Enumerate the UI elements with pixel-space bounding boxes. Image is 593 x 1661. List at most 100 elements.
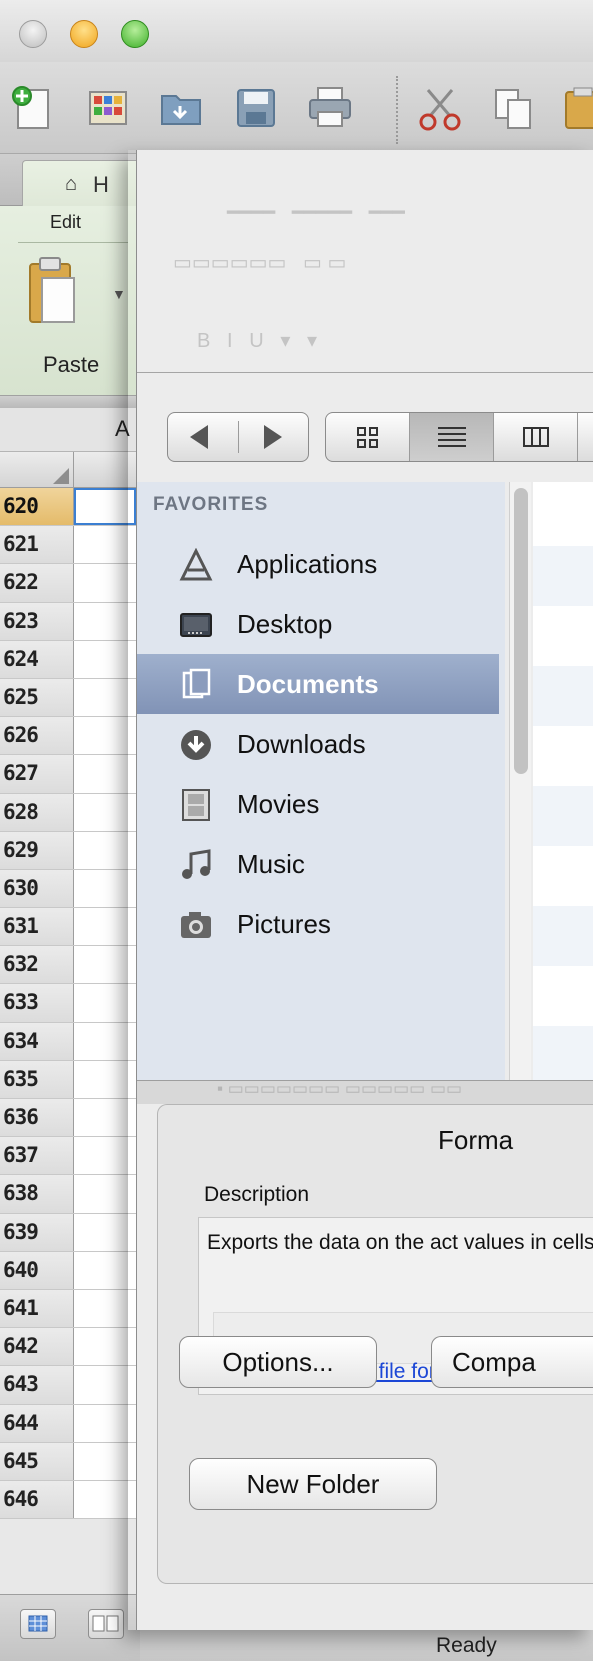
row-header[interactable]: 643 <box>0 1366 74 1404</box>
row-header[interactable]: 635 <box>0 1060 74 1098</box>
sheet-cell[interactable] <box>74 1099 136 1137</box>
sheet-cell[interactable] <box>74 831 136 869</box>
row-header[interactable]: 628 <box>0 793 74 831</box>
row-header[interactable]: 630 <box>0 869 74 908</box>
row-header[interactable]: 633 <box>0 984 74 1022</box>
minimize-window-button[interactable] <box>70 20 98 48</box>
downloads-icon <box>181 730 211 760</box>
sheet-cell[interactable] <box>74 793 136 831</box>
paste-dropdown-icon[interactable]: ▼ <box>112 286 126 302</box>
tab-home[interactable]: ⌂ H <box>22 160 142 206</box>
sheet-cell[interactable] <box>74 526 136 564</box>
sheet-row: 624 <box>0 640 136 679</box>
zoom-window-button[interactable] <box>121 20 149 48</box>
paste-toolbar-icon[interactable] <box>562 84 593 132</box>
sheet-cell[interactable] <box>74 564 136 602</box>
row-header[interactable]: 641 <box>0 1289 74 1328</box>
row-header[interactable]: 631 <box>0 908 74 946</box>
sidebar-item-pictures[interactable]: Pictures <box>137 894 499 954</box>
sheet-cell[interactable] <box>74 678 136 717</box>
sidebar-scrollbar[interactable] <box>509 482 531 1080</box>
row-header[interactable]: 634 <box>0 1022 74 1060</box>
sheet-cell[interactable] <box>74 1480 136 1519</box>
normal-view-button[interactable] <box>20 1609 56 1639</box>
row-header[interactable]: 632 <box>0 946 74 984</box>
paste-icon[interactable] <box>28 256 78 326</box>
new-workbook-icon[interactable] <box>10 84 58 132</box>
sheet-cell[interactable] <box>74 717 136 755</box>
options-button[interactable]: Options... <box>179 1336 377 1388</box>
description-text: Exports the data on the act values in ce… <box>207 1231 593 1254</box>
row-header[interactable]: 639 <box>0 1213 74 1251</box>
row-header[interactable]: 636 <box>0 1099 74 1137</box>
print-icon[interactable] <box>306 84 354 132</box>
cut-icon[interactable] <box>416 84 464 132</box>
row-header[interactable]: 645 <box>0 1442 74 1480</box>
pictures-icon <box>181 912 211 938</box>
icon-view-button[interactable] <box>326 413 410 461</box>
sheet-cell[interactable] <box>74 1328 136 1366</box>
row-header[interactable]: 646 <box>0 1480 74 1519</box>
forward-arrow-icon[interactable] <box>264 425 282 449</box>
row-header[interactable]: 642 <box>0 1328 74 1366</box>
sheet-cell[interactable] <box>74 640 136 678</box>
sheet-cell[interactable] <box>74 1289 136 1328</box>
row-header[interactable]: 644 <box>0 1404 74 1442</box>
row-headers: 620 621 622 623 624 625 626 627 628 629 630 631 632 6… <box>0 488 136 1520</box>
sidebar-item-desktop[interactable]: Desktop <box>137 594 499 654</box>
sheet-cell[interactable] <box>74 946 136 984</box>
row-header[interactable]: 620 <box>0 488 74 526</box>
sheet-cell[interactable] <box>74 1137 136 1175</box>
row-header[interactable]: 621 <box>0 526 74 564</box>
row-header[interactable]: 640 <box>0 1251 74 1289</box>
row-header[interactable]: 625 <box>0 678 74 717</box>
column-view-button[interactable] <box>494 413 578 461</box>
sheet-cell[interactable] <box>74 1404 136 1442</box>
templates-icon[interactable] <box>84 84 132 132</box>
new-folder-button[interactable]: New Folder <box>189 1458 437 1510</box>
sheet-cell[interactable] <box>74 1366 136 1404</box>
compatibility-button[interactable]: Compa <box>431 1336 593 1388</box>
sidebar-scroll-thumb[interactable] <box>514 488 528 774</box>
row-header[interactable]: 627 <box>0 755 74 793</box>
sidebar-item-movies[interactable]: Movies <box>137 774 499 834</box>
file-list-pane[interactable] <box>533 482 593 1086</box>
format-label: Forma <box>438 1125 514 1155</box>
back-arrow-icon[interactable] <box>190 425 208 449</box>
open-folder-icon[interactable] <box>158 84 206 132</box>
close-window-button[interactable] <box>19 20 47 48</box>
list-view-icon <box>438 427 466 447</box>
sheet-cell[interactable] <box>74 1213 136 1251</box>
select-all-corner[interactable] <box>0 452 74 488</box>
sheet-cell[interactable] <box>74 602 136 640</box>
page-layout-view-button[interactable] <box>88 1609 124 1639</box>
sheet-cell[interactable] <box>74 755 136 793</box>
row-header[interactable]: 629 <box>0 831 74 869</box>
sidebar-item-applications[interactable]: Applications <box>137 534 499 594</box>
sheet-cell[interactable] <box>74 1022 136 1060</box>
selected-cell[interactable] <box>74 488 136 526</box>
row-header[interactable]: 623 <box>0 602 74 640</box>
sheet-cell[interactable] <box>74 1060 136 1098</box>
paste-button-label[interactable]: Paste <box>43 352 99 378</box>
sheet-cell[interactable] <box>74 908 136 946</box>
sidebar-item-music[interactable]: Music <box>137 834 499 894</box>
sheet-cell[interactable] <box>74 984 136 1022</box>
list-view-button[interactable] <box>410 413 494 461</box>
sidebar-item-downloads[interactable]: Downloads <box>137 714 499 774</box>
sidebar-item-label: Pictures <box>237 909 331 939</box>
row-header[interactable]: 637 <box>0 1137 74 1175</box>
row-header[interactable]: 626 <box>0 717 74 755</box>
sheet-cell[interactable] <box>74 1175 136 1213</box>
row-header[interactable]: 622 <box>0 564 74 602</box>
sheet-splitter[interactable]: ▪ ▭▭▭▭▭▭▭ ▭▭▭▭▭ ▭▭ <box>137 1079 593 1104</box>
sheet-cell[interactable] <box>74 1251 136 1289</box>
sheet-cell[interactable] <box>74 869 136 908</box>
sheet-row: 628 <box>0 793 136 832</box>
save-icon[interactable] <box>232 84 280 132</box>
sheet-cell[interactable] <box>74 1442 136 1480</box>
row-header[interactable]: 624 <box>0 640 74 678</box>
copy-icon[interactable] <box>490 84 538 132</box>
sidebar-item-documents[interactable]: Documents <box>137 654 499 714</box>
row-header[interactable]: 638 <box>0 1175 74 1213</box>
